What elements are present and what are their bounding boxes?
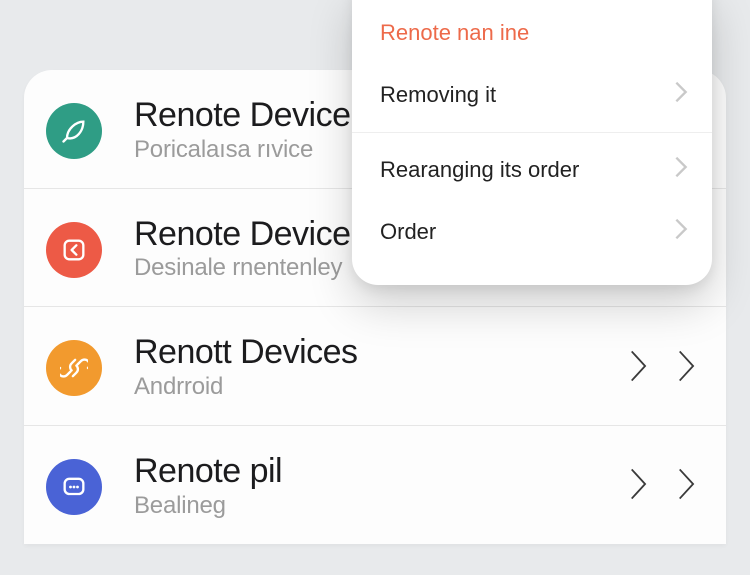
chevron-right-icon[interactable]	[628, 349, 650, 388]
chevron-group	[628, 349, 698, 388]
menu-item-label: Removing it	[380, 82, 496, 108]
device-title: Renott Devices	[134, 335, 628, 371]
device-text: Renote pil Bealineg	[134, 454, 628, 520]
device-text: Renott Devices Andrroid	[134, 335, 628, 401]
device-subtitle: Bealineg	[134, 492, 628, 520]
device-subtitle: Andrroid	[134, 373, 628, 401]
chevron-right-icon	[674, 155, 688, 185]
menu-item-rearrange[interactable]: Rearanging its order	[352, 139, 712, 201]
device-row[interactable]: Renott Devices Andrroid	[24, 307, 726, 426]
menu-item-label: Rearanging its order	[380, 157, 579, 183]
chevron-right-icon[interactable]	[628, 467, 650, 506]
chevron-right-icon[interactable]	[676, 349, 698, 388]
context-menu: Renote nan ine Removing it Rearanging it…	[352, 0, 712, 285]
menu-item-label: Order	[380, 219, 436, 245]
device-title: Renote pil	[134, 454, 628, 490]
chat-square-icon	[46, 459, 102, 515]
chevron-right-icon[interactable]	[676, 467, 698, 506]
chevron-right-icon	[674, 217, 688, 247]
chevron-right-icon	[674, 80, 688, 110]
leaf-icon	[46, 103, 102, 159]
link-icon	[46, 340, 102, 396]
chevron-group	[628, 467, 698, 506]
context-menu-header: Renote nan ine	[352, 20, 712, 64]
menu-item-remove[interactable]: Removing it	[352, 64, 712, 133]
back-square-icon	[46, 222, 102, 278]
device-row[interactable]: Renote pil Bealineg	[24, 426, 726, 544]
menu-item-order[interactable]: Order	[352, 201, 712, 263]
